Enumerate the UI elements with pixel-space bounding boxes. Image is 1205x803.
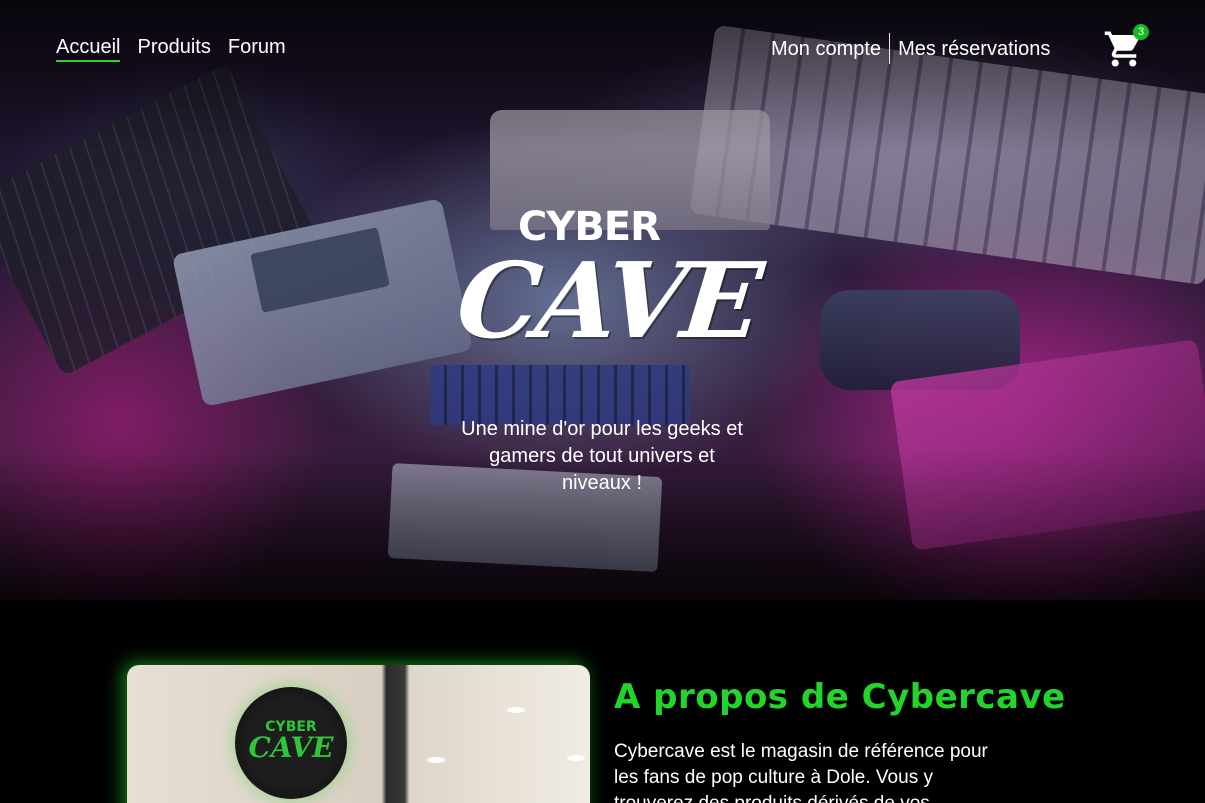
account-nav: Mon compte Mes réservations [771, 33, 1050, 64]
ceiling-light [427, 757, 445, 763]
cart-button[interactable]: 3 [1103, 24, 1149, 70]
nav-accueil[interactable]: Accueil [56, 35, 121, 62]
main-nav: Accueil Produits Forum [56, 35, 286, 62]
nav-produits[interactable]: Produits [137, 35, 210, 62]
ceiling-light [567, 755, 585, 761]
cart-count-badge: 3 [1133, 24, 1149, 40]
nav-mes-reservations[interactable]: Mes réservations [898, 34, 1050, 64]
nav-mon-compte[interactable]: Mon compte [771, 34, 881, 64]
store-sign: CYBER CAVE [235, 687, 347, 799]
ceiling-light [507, 707, 525, 713]
store-photo: CYBER CAVE [127, 665, 590, 803]
hero-banner: CYBER CAVE Une mine d'or pour les geeks … [0, 0, 1205, 600]
hero-tagline: Une mine d'or pour les geeks et gamers d… [461, 418, 743, 494]
cybercave-logo: CYBER CAVE [452, 205, 765, 385]
about-title: A propos de Cybercave [614, 677, 1066, 717]
store-sign-cave: CAVE [248, 731, 334, 764]
nav-divider [889, 33, 891, 64]
about-text: Cybercave est le magasin de référence po… [614, 741, 988, 803]
nav-forum[interactable]: Forum [228, 35, 286, 62]
logo-cave-text: CAVE [451, 239, 765, 362]
